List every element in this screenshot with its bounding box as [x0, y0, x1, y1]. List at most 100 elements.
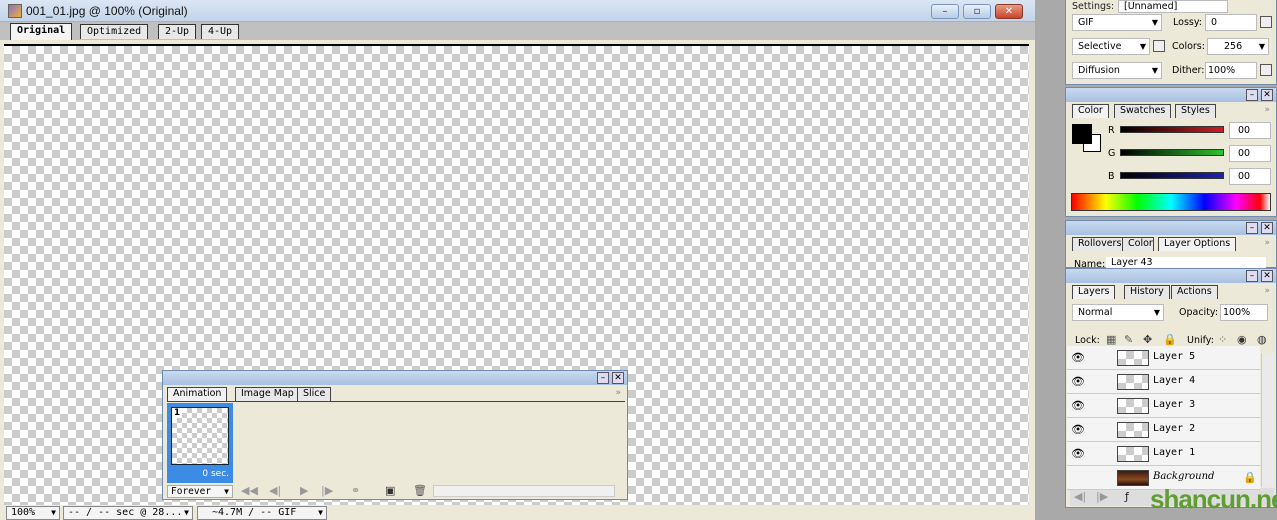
eye-icon[interactable]: 👁 [1071, 351, 1085, 365]
tab-optimized[interactable]: Optimized [80, 24, 149, 39]
size-select[interactable]: ~4.7M / -- GIF ▼ [197, 506, 327, 520]
lossy-input[interactable]: 0 [1205, 14, 1257, 31]
tween-icon[interactable]: ⚭ [351, 484, 360, 497]
green-value[interactable]: 00 [1229, 145, 1271, 162]
zoom-select[interactable]: 100% ▼ [6, 506, 60, 520]
minimize-button[interactable]: – [931, 4, 959, 19]
dither-method-value: Diffusion [1078, 65, 1120, 76]
play-icon[interactable]: ▶ [300, 484, 308, 497]
tab-color-table[interactable]: Color Ta [1122, 237, 1154, 251]
tab-history[interactable]: History [1124, 285, 1170, 299]
layer-options-panel: – ✕ Rollovers Color Ta Layer Options » N… [1065, 220, 1277, 270]
layer-row[interactable]: 👁 Layer 1 [1067, 442, 1260, 466]
panel-header[interactable] [1066, 269, 1276, 283]
previous-frame-icon[interactable]: ◀| [1074, 490, 1086, 503]
eye-icon[interactable]: 👁 [1071, 375, 1085, 389]
red-value[interactable]: 00 [1229, 122, 1271, 139]
dither-mask-icon[interactable] [1260, 64, 1272, 76]
lock-image-icon[interactable]: ✎ [1124, 333, 1133, 346]
layers-scrollbar[interactable] [1261, 353, 1274, 487]
panel-menu-icon[interactable]: » [1264, 286, 1270, 296]
watermark-text: shancun.net [1150, 484, 1277, 514]
first-frame-icon[interactable]: ◀◀ [241, 484, 258, 497]
tab-animation[interactable]: Animation [167, 387, 228, 401]
panel-menu-icon[interactable]: » [1264, 105, 1270, 115]
tab-actions[interactable]: Actions [1171, 285, 1218, 299]
minimize-panel-icon[interactable]: – [1246, 89, 1258, 101]
eye-icon[interactable]: 👁 [1071, 423, 1085, 437]
red-slider[interactable] [1120, 126, 1224, 133]
restore-button[interactable]: ▫ [963, 4, 991, 19]
tab-2-up[interactable]: 2-Up [158, 24, 197, 39]
layer-row[interactable]: 👁 Layer 4 [1067, 370, 1260, 394]
panel-header[interactable] [1066, 221, 1276, 235]
unify-position-icon[interactable]: ⁘ [1218, 333, 1227, 346]
layer-name: Layer 1 [1153, 447, 1196, 458]
panel-header[interactable] [1066, 88, 1276, 102]
blend-mode-select[interactable]: Normal ▼ [1072, 304, 1164, 321]
panel-header[interactable] [163, 371, 627, 385]
tab-layer-options[interactable]: Layer Options [1158, 237, 1237, 251]
tab-image-map[interactable]: Image Map [235, 387, 300, 401]
layer-row[interactable]: 👁 Layer 3 [1067, 394, 1260, 418]
tab-swatches[interactable]: Swatches [1114, 104, 1172, 118]
layer-thumbnail [1117, 374, 1149, 390]
close-button[interactable]: ✕ [995, 4, 1023, 19]
panel-menu-icon[interactable]: » [1264, 238, 1270, 248]
tab-slice[interactable]: Slice [297, 387, 332, 401]
blue-value[interactable]: 00 [1229, 168, 1271, 185]
green-slider[interactable] [1120, 149, 1224, 156]
document-title: 001_01.jpg @ 100% (Original) [26, 4, 188, 18]
layer-style-icon[interactable]: ƒ [1125, 490, 1129, 503]
reduction-mask-icon[interactable] [1153, 40, 1165, 52]
new-frame-icon[interactable]: ▣ [385, 484, 395, 497]
eye-icon[interactable]: 👁 [1071, 399, 1085, 413]
close-panel-icon[interactable]: ✕ [1261, 222, 1273, 234]
unify-visibility-icon[interactable]: ◉ [1237, 333, 1247, 346]
settings-select[interactable]: [Unnamed] [1118, 0, 1228, 13]
reduction-select[interactable]: Selective ▼ [1072, 38, 1150, 55]
view-tabs [0, 22, 1035, 40]
next-frame-icon[interactable]: |▶ [321, 484, 333, 497]
tab-rollovers[interactable]: Rollovers [1072, 237, 1128, 251]
minimize-panel-icon[interactable]: – [1246, 270, 1258, 282]
close-panel-icon[interactable]: ✕ [1261, 89, 1273, 101]
next-frame-icon[interactable]: |▶ [1096, 490, 1108, 503]
opacity-input[interactable]: 100% [1220, 304, 1268, 321]
lock-all-icon[interactable]: 🔒 [1163, 333, 1177, 346]
frame-delay[interactable]: 0 sec. [202, 469, 229, 479]
close-panel-icon[interactable]: ✕ [612, 372, 624, 384]
format-select[interactable]: GIF ▼ [1072, 14, 1162, 31]
foreground-color-swatch[interactable] [1072, 124, 1092, 144]
layer-name: Layer 5 [1153, 351, 1196, 362]
panel-menu-icon[interactable]: » [615, 388, 621, 398]
layer-row[interactable]: 👁 Layer 2 [1067, 418, 1260, 442]
chevron-down-icon: ▼ [318, 508, 323, 517]
colors-select[interactable]: 256 ▼ [1207, 38, 1269, 55]
close-panel-icon[interactable]: ✕ [1261, 270, 1273, 282]
color-spectrum-ramp[interactable] [1071, 193, 1271, 211]
horizontal-scrollbar[interactable] [433, 485, 615, 497]
layer-row[interactable]: 👁 Layer 5 [1067, 346, 1260, 370]
minimize-panel-icon[interactable]: – [597, 372, 609, 384]
tab-original[interactable]: Original [10, 23, 73, 40]
previous-frame-icon[interactable]: ◀| [269, 484, 281, 497]
eye-icon[interactable]: 👁 [1071, 447, 1085, 461]
lock-position-icon[interactable]: ✥ [1143, 333, 1152, 346]
animation-frame[interactable]: 1 0 sec. [167, 403, 233, 483]
unify-style-icon[interactable]: ◍ [1257, 333, 1267, 346]
lock-transparency-icon[interactable]: ▦ [1106, 333, 1116, 346]
tab-4-up[interactable]: 4-Up [201, 24, 240, 39]
colors-value: 256 [1224, 41, 1243, 52]
loop-select[interactable]: Forever ▼ [167, 485, 233, 498]
timing-select[interactable]: -- / -- sec @ 28... ▼ [63, 506, 193, 520]
tab-color[interactable]: Color [1072, 104, 1109, 118]
blue-slider[interactable] [1120, 172, 1224, 179]
tab-layers[interactable]: Layers [1072, 285, 1116, 299]
minimize-panel-icon[interactable]: – [1246, 222, 1258, 234]
tab-styles[interactable]: Styles [1175, 104, 1216, 118]
delete-frame-icon[interactable]: 🗑 [413, 484, 427, 497]
dither-input[interactable]: 100% [1205, 62, 1257, 79]
dither-method-select[interactable]: Diffusion ▼ [1072, 62, 1162, 79]
lossy-mask-icon[interactable] [1260, 16, 1272, 28]
